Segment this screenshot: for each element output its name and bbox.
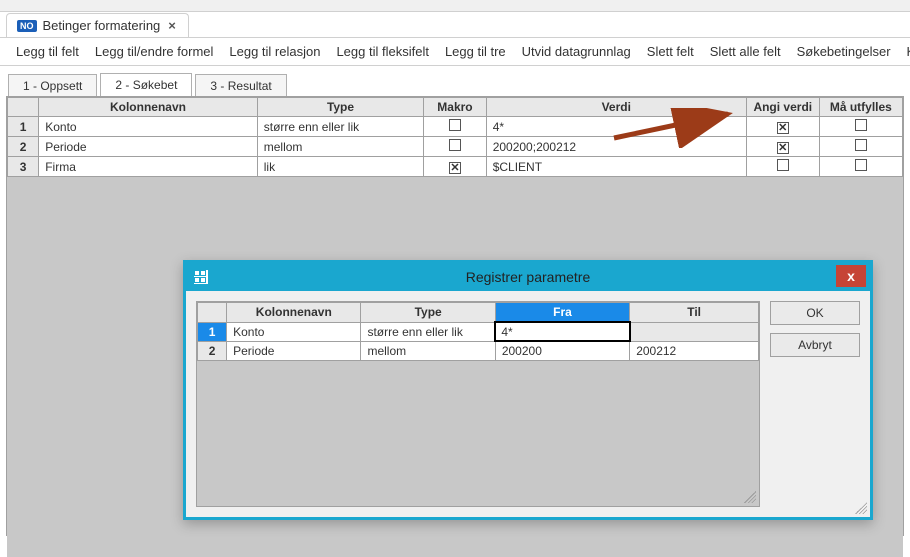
cell-maa-utfylles[interactable] xyxy=(819,117,902,137)
menu-legg-til-endre-formel[interactable]: Legg til/endre formel xyxy=(87,40,222,63)
cell-kolonnenavn[interactable]: Periode xyxy=(227,341,361,361)
close-icon[interactable]: × xyxy=(166,18,178,33)
cell-verdi[interactable]: 200200;200212 xyxy=(486,137,746,157)
table-row[interactable]: 2Periodemellom 200200;200212 ✕ xyxy=(8,137,903,157)
cell-makro[interactable]: ✕ xyxy=(424,157,486,177)
dcol-header-fra[interactable]: Fra xyxy=(495,303,629,323)
cell-angi-verdi[interactable]: ✕ xyxy=(746,137,819,157)
cancel-button[interactable]: Avbryt xyxy=(770,333,860,357)
tab-resultat[interactable]: 3 - Resultat xyxy=(195,74,286,97)
cell-makro[interactable] xyxy=(424,137,486,157)
dcol-header-kolonnenavn[interactable]: Kolonnenavn xyxy=(227,303,361,323)
menu-slett-alle-felt[interactable]: Slett alle felt xyxy=(702,40,789,63)
checkbox-icon[interactable] xyxy=(449,119,461,131)
cell-til[interactable] xyxy=(630,322,759,341)
sub-tab-row: 1 - Oppsett 2 - Søkebet 3 - Resultat xyxy=(0,70,910,96)
dcol-header-type[interactable]: Type xyxy=(361,303,495,323)
col-header-kolonnenavn[interactable]: Kolonnenavn xyxy=(39,98,258,117)
cell-type[interactable]: mellom xyxy=(257,137,424,157)
checkbox-icon[interactable] xyxy=(855,119,867,131)
cell-kolonnenavn[interactable]: Konto xyxy=(227,322,361,341)
menu-sokebetingelser[interactable]: Søkebetingelser xyxy=(789,40,899,63)
menu-legg-til-relasjon[interactable]: Legg til relasjon xyxy=(221,40,328,63)
checkbox-icon[interactable] xyxy=(449,139,461,151)
checkbox-icon[interactable] xyxy=(777,159,789,171)
dialog-title-text: Registrer parametre xyxy=(466,269,591,285)
checkbox-icon[interactable] xyxy=(855,159,867,171)
dialog-titlebar[interactable]: Registrer parametre x xyxy=(186,263,870,291)
cell-type[interactable]: større enn eller lik xyxy=(361,322,495,341)
cell-til[interactable]: 200212 xyxy=(630,341,759,361)
table-row[interactable]: 2Periodemellom200200200212 xyxy=(198,341,759,361)
row-number[interactable]: 1 xyxy=(198,322,227,341)
checkbox-icon[interactable] xyxy=(855,139,867,151)
document-tab[interactable]: NO Betinger formatering × xyxy=(6,13,189,37)
dcol-header-til[interactable]: Til xyxy=(630,303,759,323)
cell-type[interactable]: mellom xyxy=(361,341,495,361)
cell-makro[interactable] xyxy=(424,117,486,137)
register-parameters-dialog: Registrer parametre x Kolonnenavn Type F… xyxy=(183,260,873,520)
col-header-angi-verdi[interactable]: Angi verdi xyxy=(746,98,819,117)
dialog-resize-grip-icon[interactable] xyxy=(855,502,867,514)
dialog-close-button[interactable]: x xyxy=(836,265,866,287)
dialog-grid[interactable]: Kolonnenavn Type Fra Til 1Kontostørre en… xyxy=(197,302,759,361)
dcol-header-rownum[interactable] xyxy=(198,303,227,323)
col-header-rownum[interactable] xyxy=(8,98,39,117)
cell-kolonnenavn[interactable]: Periode xyxy=(39,137,258,157)
resize-grip-icon[interactable] xyxy=(744,491,756,503)
checkbox-icon[interactable]: ✕ xyxy=(777,122,789,134)
menu-legg-til-tre[interactable]: Legg til tre xyxy=(437,40,514,63)
cell-verdi[interactable]: $CLIENT xyxy=(486,157,746,177)
menu-slett-felt[interactable]: Slett felt xyxy=(639,40,702,63)
col-header-maa-utfylles[interactable]: Må utfylles xyxy=(819,98,902,117)
cell-type[interactable]: større enn eller lik xyxy=(257,117,424,137)
cell-fra[interactable]: 200200 xyxy=(495,341,629,361)
menu-bar: Legg til felt Legg til/endre formel Legg… xyxy=(0,38,910,66)
table-row[interactable]: 3Firmalik ✕ $CLIENT xyxy=(8,157,903,177)
cell-kolonnenavn[interactable]: Konto xyxy=(39,117,258,137)
dialog-button-column: OK Avbryt xyxy=(770,301,860,507)
window-icon xyxy=(194,270,208,284)
checkbox-icon[interactable]: ✕ xyxy=(777,142,789,154)
tab-oppsett[interactable]: 1 - Oppsett xyxy=(8,74,97,97)
cell-type[interactable]: lik xyxy=(257,157,424,177)
menu-legg-til-felt[interactable]: Legg til felt xyxy=(8,40,87,63)
document-tab-row: NO Betinger formatering × xyxy=(0,12,910,38)
search-grid[interactable]: Kolonnenavn Type Makro Verdi Angi verdi … xyxy=(7,97,903,177)
ok-button[interactable]: OK xyxy=(770,301,860,325)
cell-fra[interactable]: 4* xyxy=(495,322,629,341)
row-number[interactable]: 1 xyxy=(8,117,39,137)
menu-legg-til-fleksifelt[interactable]: Legg til fleksifelt xyxy=(328,40,437,63)
cell-kolonnenavn[interactable]: Firma xyxy=(39,157,258,177)
table-row[interactable]: 1Kontostørre enn eller lik4* xyxy=(198,322,759,341)
table-row[interactable]: 1Kontostørre enn eller lik 4* ✕ xyxy=(8,117,903,137)
col-header-verdi[interactable]: Verdi xyxy=(486,98,746,117)
dialog-grid-wrapper: Kolonnenavn Type Fra Til 1Kontostørre en… xyxy=(196,301,760,507)
col-header-makro[interactable]: Makro xyxy=(424,98,486,117)
menu-kolonneformat[interactable]: Kolonneformat xyxy=(899,40,910,63)
toolbar-strip xyxy=(0,0,910,12)
cell-angi-verdi[interactable] xyxy=(746,157,819,177)
row-number[interactable]: 2 xyxy=(198,341,227,361)
cell-maa-utfylles[interactable] xyxy=(819,157,902,177)
row-number[interactable]: 3 xyxy=(8,157,39,177)
col-header-type[interactable]: Type xyxy=(257,98,424,117)
row-number[interactable]: 2 xyxy=(8,137,39,157)
menu-utvid-datagrunnlag[interactable]: Utvid datagrunnlag xyxy=(514,40,639,63)
doc-tab-badge: NO xyxy=(17,20,37,32)
tab-sokebet[interactable]: 2 - Søkebet xyxy=(100,73,192,97)
doc-tab-title: Betinger formatering xyxy=(43,18,161,33)
cell-verdi[interactable]: 4* xyxy=(486,117,746,137)
cell-maa-utfylles[interactable] xyxy=(819,137,902,157)
checkbox-icon[interactable]: ✕ xyxy=(449,162,461,174)
cell-angi-verdi[interactable]: ✕ xyxy=(746,117,819,137)
